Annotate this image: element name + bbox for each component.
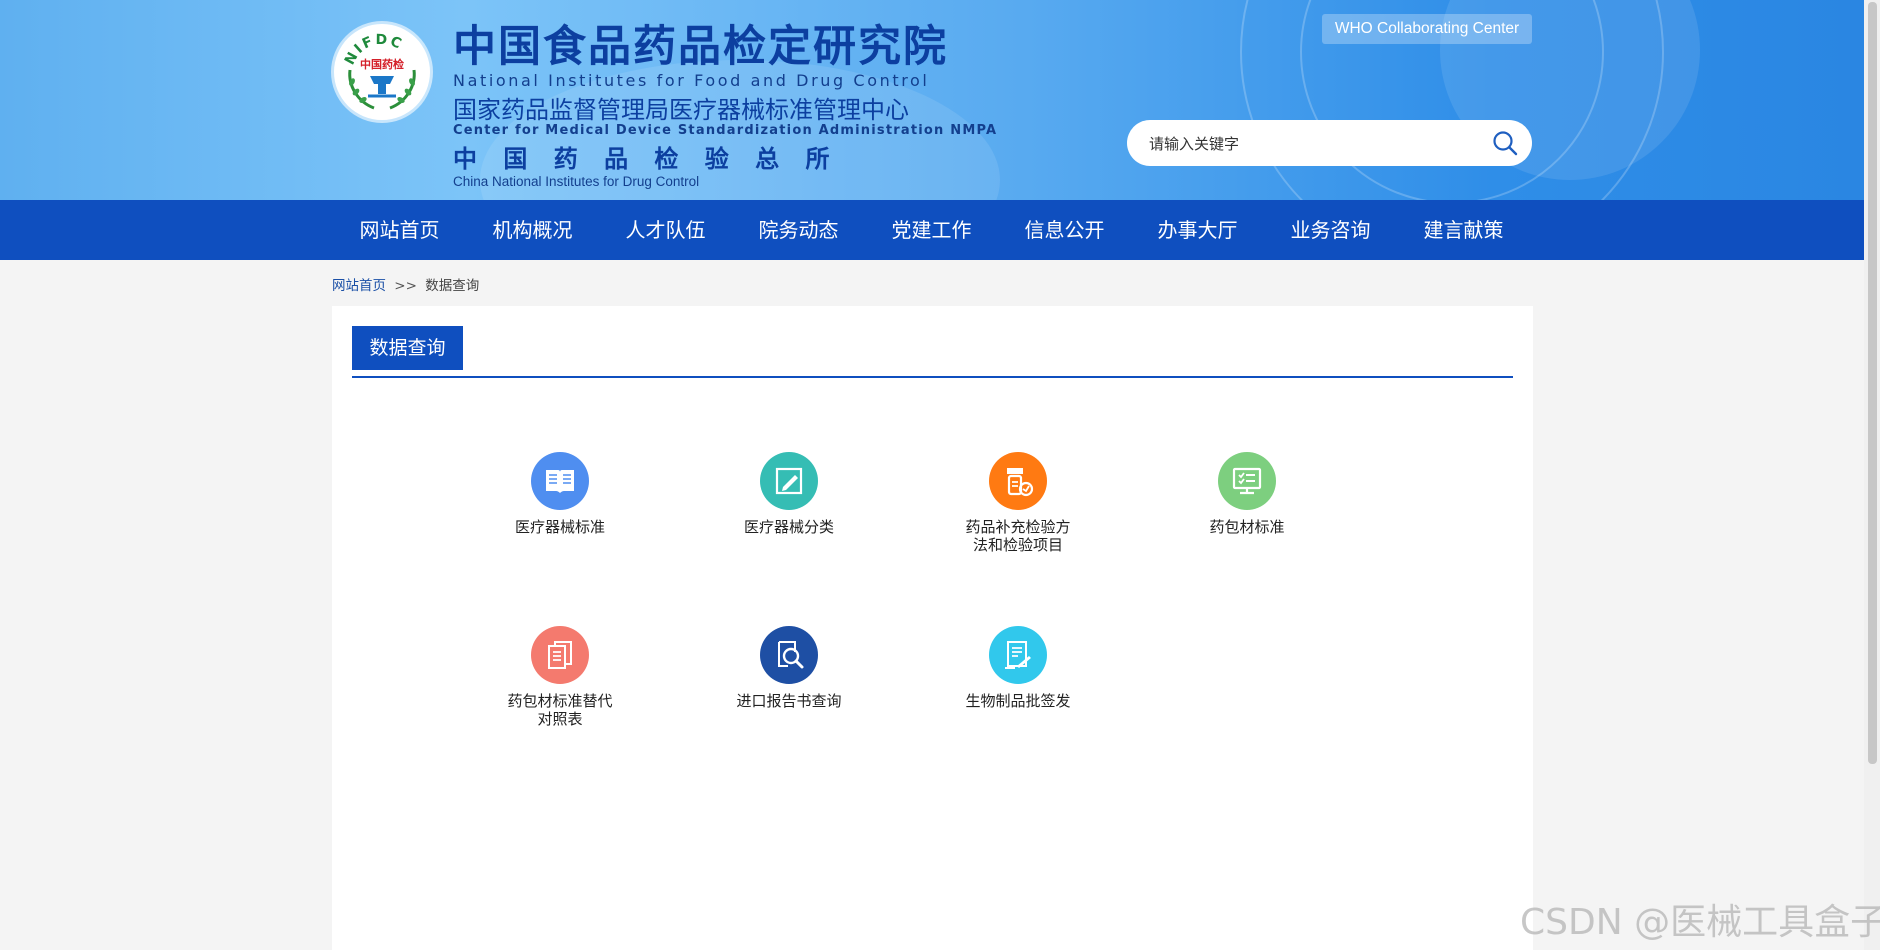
nav-item-suggestions[interactable]: 建言献策 xyxy=(1397,200,1530,260)
tile-label: 药包材标准替代 对照表 xyxy=(485,692,635,728)
tile-label-line: 药包材标准替代 xyxy=(507,692,613,710)
magnifier-document-icon xyxy=(760,626,818,684)
tile-medical-device-standards[interactable]: 医疗器械标准 xyxy=(485,452,635,536)
breadcrumb-current: 数据查询 xyxy=(425,278,480,294)
scrollbar-thumb[interactable] xyxy=(1868,2,1877,764)
site-header: NIFDC 中国药检 中国食品药品检定研究院 National Institut… xyxy=(0,0,1864,200)
center-title-en: Center for Medical Device Standardizatio… xyxy=(453,123,998,138)
nav-item-news[interactable]: 院务动态 xyxy=(732,200,865,260)
center-title-cn: 国家药品监督管理局医疗器械标准管理中心 xyxy=(453,96,909,124)
tile-packaging-standard-replacement-table[interactable]: 药包材标准替代 对照表 xyxy=(485,626,635,728)
nifdc-logo-emblem[interactable]: NIFDC 中国药检 xyxy=(334,24,430,120)
nav-item-home[interactable]: 网站首页 xyxy=(333,200,466,260)
tile-drug-supplementary-test-methods[interactable]: 药品补充检验方 法和检验项目 xyxy=(943,452,1093,554)
nav-item-talent[interactable]: 人才队伍 xyxy=(599,200,732,260)
watermark: CSDN @医械工具盒子 xyxy=(1520,902,1880,943)
drug-control-title-en: China National Institutes for Drug Contr… xyxy=(453,174,700,189)
signed-document-icon xyxy=(989,626,1047,684)
nav-item-consulting[interactable]: 业务咨询 xyxy=(1264,200,1397,260)
tile-label-line: 药品补充检验方 xyxy=(965,518,1071,536)
tile-biological-product-lot-release[interactable]: 生物制品批签发 xyxy=(943,626,1093,710)
panel-title: 数据查询 xyxy=(352,326,463,370)
pen-on-paper-icon xyxy=(760,452,818,510)
monitor-checklist-icon xyxy=(1218,452,1276,510)
tile-packaging-material-standards[interactable]: 药包材标准 xyxy=(1172,452,1322,536)
nav-item-party[interactable]: 党建工作 xyxy=(865,200,998,260)
tile-label: 医疗器械标准 xyxy=(514,518,605,536)
tile-label: 药包材标准 xyxy=(1209,518,1285,536)
medicine-bottle-icon xyxy=(989,452,1047,510)
data-query-panel: 数据查询 医疗器械标准 医疗器械分类 药品补充检验方 法和检验项目 药包材标准 … xyxy=(332,306,1533,950)
breadcrumb-home-link[interactable]: 网站首页 xyxy=(332,278,386,294)
institute-name-block[interactable]: 中国食品药品检定研究院 National Institutes for Food… xyxy=(453,22,997,189)
panel-title-bar: 数据查询 xyxy=(352,326,1513,378)
tile-label-line: 法和检验项目 xyxy=(972,536,1063,554)
main-nav: 网站首页 机构概况 人才队伍 院务动态 党建工作 信息公开 办事大厅 业务咨询 … xyxy=(0,200,1864,260)
tile-medical-device-classification[interactable]: 医疗器械分类 xyxy=(714,452,864,536)
institute-title-en: National Institutes for Food and Drug Co… xyxy=(453,71,930,90)
tile-label: 进口报告书查询 xyxy=(736,692,842,710)
institute-title-cn: 中国食品药品检定研究院 xyxy=(453,22,948,72)
nav-item-disclosure[interactable]: 信息公开 xyxy=(998,200,1131,260)
tile-label-line: 对照表 xyxy=(537,710,583,728)
tile-label: 生物制品批签发 xyxy=(965,692,1071,710)
breadcrumb: 网站首页 >> 数据查询 xyxy=(332,274,479,294)
vertical-scrollbar[interactable] xyxy=(1864,0,1880,950)
tile-label: 药品补充检验方 法和检验项目 xyxy=(943,518,1093,554)
documents-icon xyxy=(531,626,589,684)
tile-import-report-query[interactable]: 进口报告书查询 xyxy=(714,626,864,710)
book-icon xyxy=(531,452,589,510)
emblem-center-text: 中国药检 xyxy=(360,57,404,71)
tile-label: 医疗器械分类 xyxy=(743,518,834,536)
nav-item-service-hall[interactable]: 办事大厅 xyxy=(1131,200,1264,260)
search-icon[interactable] xyxy=(1492,130,1518,156)
search-input[interactable] xyxy=(1147,128,1481,160)
who-collaborating-center-link[interactable]: WHO Collaborating Center xyxy=(1322,14,1532,44)
breadcrumb-separator: >> xyxy=(394,278,417,294)
search-box xyxy=(1127,120,1532,166)
laurel-emblem-icon: NIFDC 中国药检 xyxy=(342,32,416,110)
nav-item-about[interactable]: 机构概况 xyxy=(466,200,599,260)
drug-control-title-cn: 中 国 药 品 检 验 总 所 xyxy=(453,145,839,173)
